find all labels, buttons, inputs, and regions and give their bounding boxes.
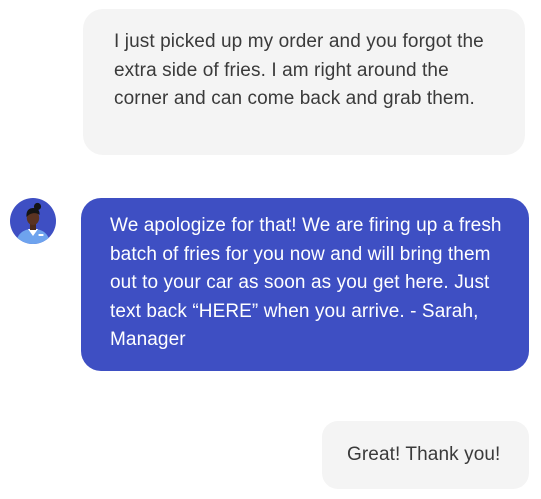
agent-avatar <box>10 198 56 244</box>
agent-message-bubble: We apologize for that! We are firing up … <box>81 198 529 371</box>
customer-reply-bubble: Great! Thank you! <box>322 421 529 489</box>
agent-avatar-icon <box>10 198 56 244</box>
customer-message-bubble: I just picked up my order and you forgot… <box>83 9 525 155</box>
